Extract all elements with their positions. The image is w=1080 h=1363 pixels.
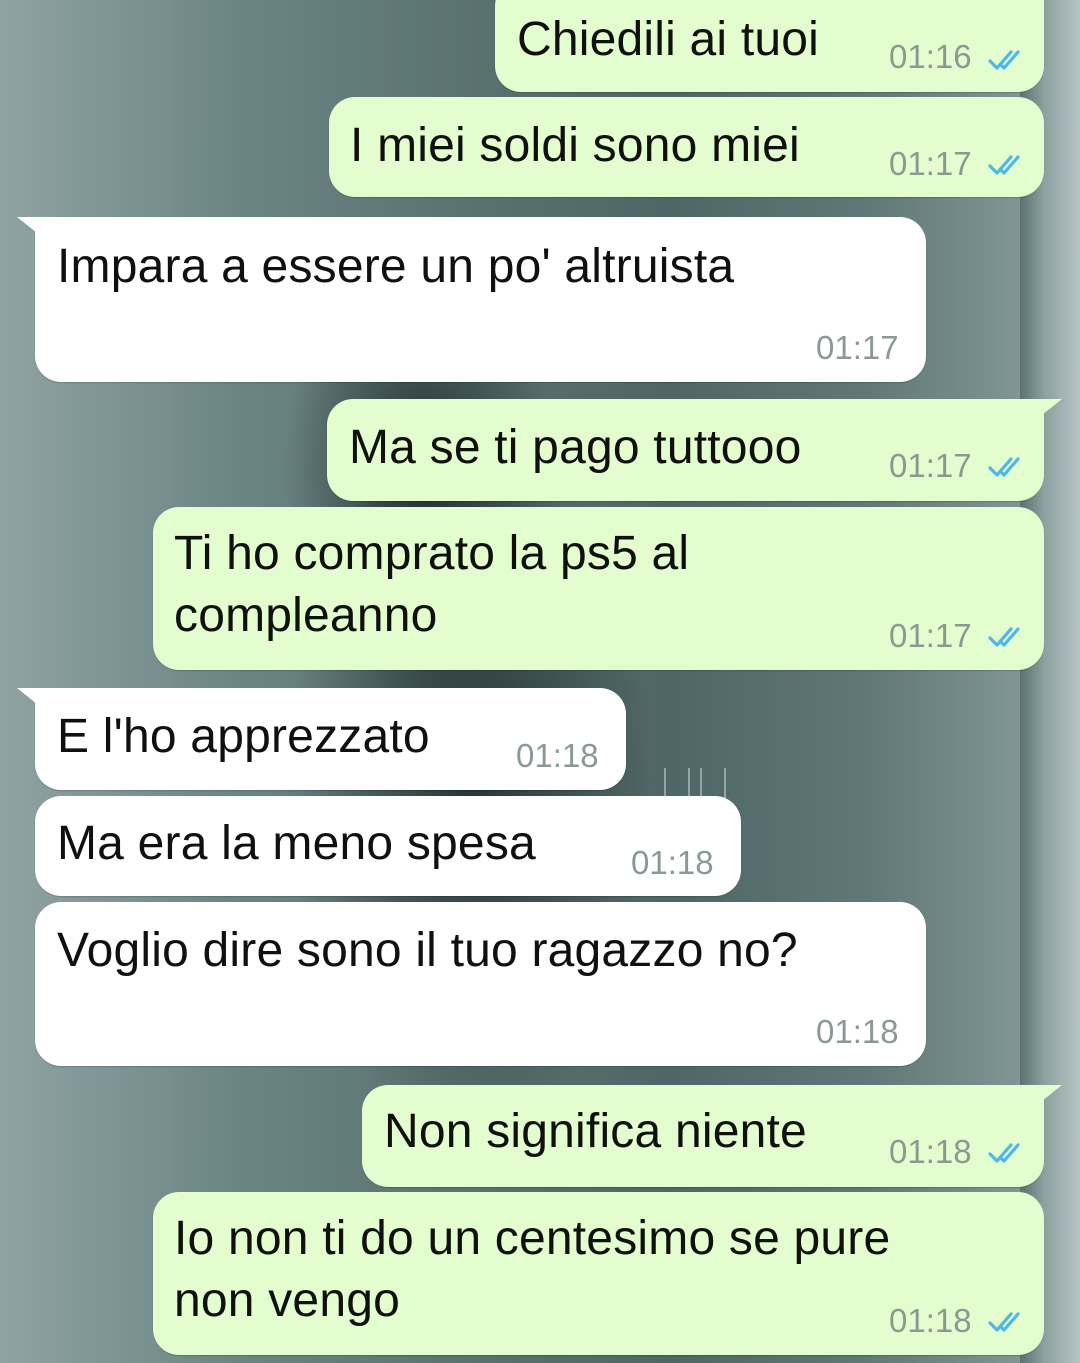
message-bubble-outgoing[interactable]: I miei soldi sono miei 01:17 [329,97,1044,197]
message-timestamp: 01:18 [816,1013,899,1050]
message-bubble-incoming[interactable]: Ma era la meno spesa 01:18 [35,796,741,896]
read-receipt-icon [987,625,1027,649]
message-bubble-incoming[interactable]: E l'ho apprezzato 01:18 [17,688,626,790]
message-bubble-outgoing[interactable]: Chiedili ai tuoi 01:16 [495,0,1044,92]
message-timestamp: 01:18 [889,1302,972,1339]
message-text: Non significa niente [384,1105,807,1158]
message-timestamp: 01:17 [816,329,899,366]
message-text: I miei soldi sono miei [350,119,800,172]
read-receipt-icon [987,1141,1027,1165]
read-receipt-icon [987,153,1027,177]
read-receipt-icon [987,1310,1027,1334]
message-bubble-outgoing[interactable]: Non significa niente 01:18 [362,1085,1062,1187]
message-text: Impara a essere un po' altruista [57,240,735,293]
read-receipt-icon [987,48,1027,72]
message-text: Ma era la meno spesa [57,817,536,870]
message-text: Chiedili ai tuoi [517,13,820,66]
message-text-line: Ti ho comprato la ps5 al [174,527,690,580]
message-bubble-outgoing[interactable]: Io non ti do un centesimo se pure non ve… [153,1192,1044,1355]
message-timestamp: 01:17 [889,617,972,654]
message-timestamp: 01:18 [516,737,599,774]
message-timestamp: 01:17 [889,145,972,182]
message-bubble-outgoing[interactable]: Ma se ti pago tuttooo 01:17 [327,399,1062,501]
message-text: E l'ho apprezzato [57,710,430,763]
message-timestamp: 01:18 [631,844,714,881]
message-text-line: Io non ti do un centesimo se pure [174,1212,891,1265]
message-timestamp: 01:18 [889,1133,972,1170]
read-receipt-icon [987,455,1027,479]
message-text-line: compleanno [174,589,438,642]
message-text: Voglio dire sono il tuo ragazzo no? [57,924,798,977]
message-timestamp: 01:17 [889,447,972,484]
message-text-line: non vengo [174,1274,401,1327]
message-bubble-incoming[interactable]: Voglio dire sono il tuo ragazzo no? 01:1… [35,902,926,1066]
message-bubble-outgoing[interactable]: Ti ho comprato la ps5 al compleanno 01:1… [153,507,1044,670]
message-bubble-incoming[interactable]: Impara a essere un po' altruista 01:17 [17,217,926,382]
message-text: Ma se ti pago tuttooo [349,421,802,474]
message-timestamp: 01:16 [889,38,972,75]
